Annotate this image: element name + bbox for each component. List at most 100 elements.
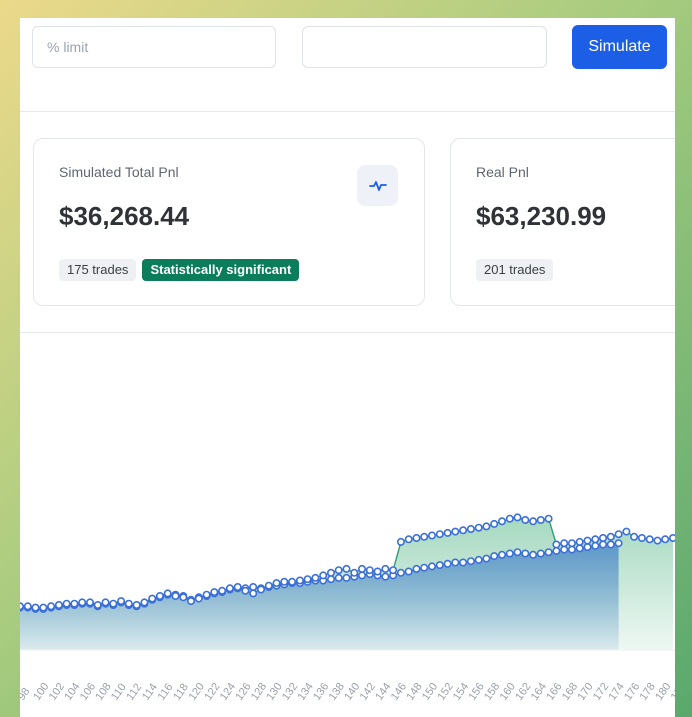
series-2-point — [47, 602, 56, 611]
series-2-point — [653, 536, 662, 545]
significance-badge: Statistically significant — [142, 259, 300, 281]
series-1-point — [497, 550, 506, 559]
series-1-point — [583, 543, 592, 552]
series-2-point — [233, 583, 242, 592]
series-2-point — [435, 530, 444, 539]
x-tick-label: 114 — [140, 681, 160, 702]
series-2-point — [661, 535, 670, 544]
series-2-point — [124, 599, 133, 608]
simulated-pnl-card: Simulated Total Pnl $36,268.44 175 trade… — [33, 138, 425, 306]
simulated-pnl-value: $36,268.44 — [59, 201, 190, 231]
series-1-point — [420, 563, 429, 572]
x-tick-label: 110 — [109, 681, 129, 702]
series-1-point — [567, 545, 576, 554]
series-2-point — [39, 603, 48, 612]
series-2-point — [404, 535, 413, 544]
series-1-point — [466, 557, 475, 566]
series-1-point — [381, 572, 390, 581]
series-2-point — [396, 537, 405, 546]
series-1-point — [552, 546, 561, 555]
series-2-point — [412, 534, 421, 543]
series-1-point — [513, 548, 522, 557]
series-2-point — [140, 598, 149, 607]
percent-limit-input[interactable] — [32, 26, 276, 68]
series-1-point — [606, 540, 615, 549]
series-2-point — [155, 591, 164, 600]
series-2-point — [365, 566, 374, 575]
series-2-point — [194, 594, 203, 603]
series-2-point — [420, 532, 429, 541]
series-2-point — [132, 600, 141, 609]
series-2-point — [109, 599, 118, 608]
real-pnl-value: $63,230.99 — [476, 201, 607, 231]
series-1-point — [482, 554, 491, 563]
series-1-point — [490, 552, 499, 561]
series-1-point — [357, 571, 366, 580]
series-2-point — [466, 525, 475, 534]
series-2-point — [272, 579, 281, 588]
series-2-point — [474, 523, 483, 532]
series-2-point — [179, 593, 188, 602]
series-1-point — [443, 559, 452, 568]
series-2-point — [210, 588, 219, 597]
series-2-point — [451, 527, 460, 536]
series-1-point — [427, 562, 436, 571]
x-tick-label: 98 — [20, 686, 32, 703]
series-2-point — [645, 535, 654, 544]
series-2-point — [62, 599, 71, 608]
series-2-point — [225, 584, 234, 593]
series-2-point — [606, 532, 615, 541]
series-2-point — [334, 566, 343, 575]
series-2-point — [241, 586, 250, 595]
series-2-point — [171, 591, 180, 600]
activity-pulse-glyph — [368, 180, 387, 191]
series-1-point — [396, 568, 405, 577]
simulated-trades-badge: 175 trades — [59, 259, 137, 281]
series-2-point — [326, 568, 335, 577]
series-2-point — [598, 534, 607, 543]
series-2-point — [381, 564, 390, 573]
series-2-point — [303, 575, 312, 584]
series-2-point — [529, 517, 538, 526]
series-2-point — [373, 567, 382, 576]
x-tick-label: 116 — [156, 681, 176, 702]
series-1-point — [505, 549, 514, 558]
series-2-point — [459, 526, 468, 535]
chart-series-layer — [20, 513, 675, 650]
series-2-point — [264, 581, 273, 590]
series-1-point — [435, 561, 444, 570]
series-2-point — [350, 568, 359, 577]
series-1-point — [614, 539, 623, 548]
series-2-point — [93, 600, 102, 609]
series-2-point — [148, 594, 157, 603]
series-2-point — [490, 519, 499, 528]
series-2-point — [101, 598, 110, 607]
series-1-point — [591, 541, 600, 550]
series-2-point — [86, 598, 95, 607]
series-1-point — [536, 549, 545, 558]
series-2-point — [505, 514, 514, 523]
series-2-point — [311, 573, 320, 582]
x-tick-label: 112 — [124, 681, 144, 702]
series-1-point — [249, 583, 258, 592]
series-2-point — [295, 576, 304, 585]
series-2-point — [575, 537, 584, 546]
x-tick-label: 118 — [171, 681, 191, 702]
simulate-button[interactable]: Simulate — [572, 25, 667, 69]
real-trades-badge: 201 trades — [476, 259, 554, 281]
activity-pulse-icon — [357, 165, 398, 206]
series-1-point — [451, 558, 460, 567]
series-1-point — [404, 567, 413, 576]
series-2-point — [202, 590, 211, 599]
series-2-point — [187, 597, 196, 606]
series-1-point — [334, 573, 343, 582]
series-1-point — [459, 558, 468, 567]
series-1-point — [326, 575, 335, 584]
divider-top — [20, 111, 675, 112]
series-2-point — [443, 528, 452, 537]
simulated-badges: 175 trades Statistically significant — [59, 259, 300, 281]
series-1-point — [575, 544, 584, 553]
series-2-point — [544, 514, 553, 523]
secondary-input[interactable] — [302, 26, 547, 68]
series-2-point — [163, 589, 172, 598]
